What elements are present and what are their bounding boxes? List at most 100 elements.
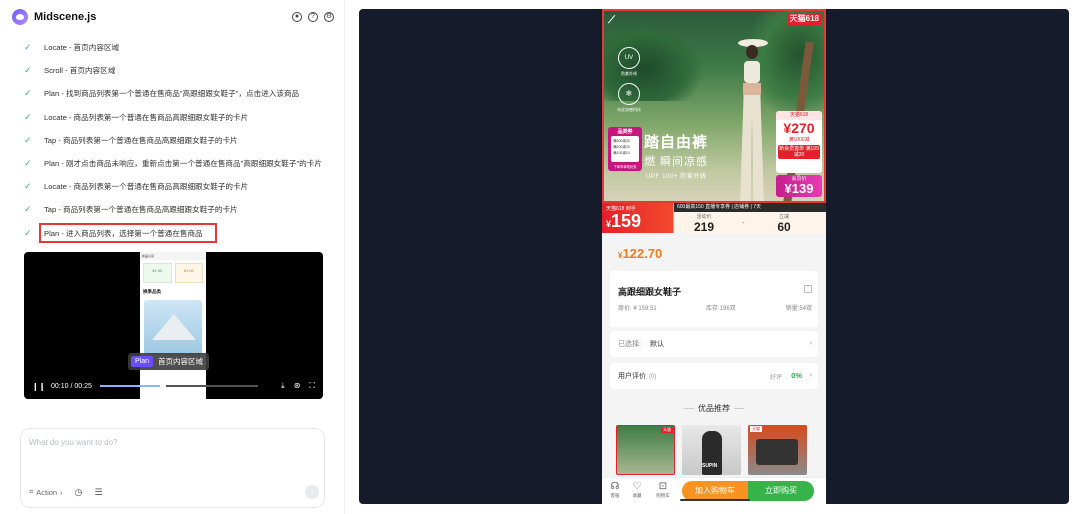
replay-caption: Plan 首页内容区域 — [128, 353, 210, 370]
palm-leaves — [604, 21, 704, 101]
review-count: (0) — [649, 374, 657, 380]
action-label: Action — [36, 487, 58, 497]
original-price: 原价: ¥ 159.51 — [618, 306, 657, 312]
config-sliders-icon[interactable]: ☰ — [94, 487, 102, 498]
coupon-list: 满300减30 满200减20 满100减10 — [611, 136, 639, 162]
action-type-selector[interactable]: ⌗ Action › — [29, 487, 63, 497]
spec-selector-row[interactable]: 已选择: 默认 › — [610, 331, 818, 357]
replay-player[interactable]: 新品认货 ¥1.00 ¥1.00 换季品类 Plan 首页内容区域 ❙❙ 00:… — [24, 252, 323, 399]
check-icon: ✓ — [24, 88, 32, 99]
customer-service-button[interactable]: ☊ 客服 — [604, 481, 626, 499]
model-head — [746, 45, 758, 59]
send-button[interactable]: ↑ — [305, 485, 319, 499]
frame-header: 新品认货 — [140, 252, 206, 260]
share-icon[interactable] — [804, 285, 812, 293]
help-icon[interactable]: ? — [308, 12, 318, 22]
prompt-box: ⌗ Action › ◷ ☰ ↑ — [20, 428, 325, 508]
sale-price: ¥122.70 — [618, 246, 662, 261]
price-card-sub: 满1000减 — [788, 137, 810, 143]
category-coupon: 品类券 满300减30 满200减20 满100减10 下单享单笔优惠 — [608, 127, 642, 171]
good-rate-label: 好评 — [769, 375, 782, 381]
headset-icon: ☊ — [610, 481, 620, 492]
check-icon: ✓ — [24, 227, 32, 238]
prompt-toolbar: ⌗ Action › ◷ ☰ ↑ — [29, 485, 319, 499]
frame-card: ¥1.00 — [174, 263, 203, 283]
fullscreen-icon[interactable]: ⛶ — [309, 381, 315, 391]
tab-label: 客服 — [610, 493, 620, 498]
tmall-618-badge: 天猫618 — [786, 13, 822, 25]
check-icon: ✓ — [24, 204, 32, 215]
home-indicator — [680, 499, 750, 501]
player-actions: ⤓ ⊛ ⛶ — [281, 381, 315, 391]
settings-gear-icon[interactable]: ⚙ — [324, 12, 334, 22]
good-rate-value: 0% — [791, 371, 802, 380]
midscene-logo-icon — [12, 9, 28, 25]
history-clock-icon[interactable]: ◷ — [75, 487, 83, 498]
banner-slogan-secondary: 燃 瞬间凉感 — [644, 156, 709, 168]
github-icon[interactable]: ● — [292, 12, 302, 22]
task-text: Tap - 商品列表第一个普通在售商品高跟细跟女鞋子的卡片 — [44, 205, 238, 215]
add-to-cart-button[interactable]: 加入购物车 — [682, 481, 748, 501]
hash-icon: ⌗ — [29, 487, 34, 496]
frame-product-image — [144, 300, 202, 355]
buy-now-button[interactable]: 立即购买 — [748, 481, 814, 501]
player-controls: ❙❙ 00:10 / 00:25 ⤓ ⊛ ⛶ — [24, 373, 323, 399]
selected-value: 默认 — [650, 341, 664, 348]
playback-time: 00:10 / 00:25 — [51, 382, 92, 390]
tmall-tag: 天猫 — [661, 427, 673, 433]
uv-caption: 防紫外线 — [621, 71, 637, 76]
task-item[interactable]: ✓ Plan - 刚才点击商品未响应，重新点击第一个普通在售商品"高跟细跟女鞋子"… — [24, 152, 324, 175]
progress-handle[interactable] — [160, 382, 167, 390]
promo-price: ¥159 — [606, 211, 641, 232]
stat-value: 219 — [693, 220, 715, 234]
settings-icon[interactable]: ⊛ — [294, 381, 301, 391]
recommend-item[interactable]: 天猫 — [616, 425, 675, 475]
task-item[interactable]: ✓ Locate - 商品列表第一个普通在售商品高跟细跟女鞋子的卡片 — [24, 175, 324, 198]
stock-count: 库存:196双 — [706, 306, 736, 312]
task-text: Locate - 商品列表第一个普通在售商品高跟细跟女鞋子的卡片 — [44, 182, 249, 192]
task-item[interactable]: ✓ Tap - 商品列表第一个普通在售商品高跟细跟女鞋子的卡片 — [24, 129, 324, 152]
app-title: Midscene.js — [34, 11, 97, 23]
chevron-right-icon: › — [809, 370, 812, 379]
frame-section-title: 换季品类 — [143, 289, 161, 294]
prompt-input[interactable] — [29, 438, 309, 447]
recommend-title: 优品推荐 — [602, 403, 826, 414]
pause-icon[interactable]: ❙❙ — [32, 382, 45, 391]
stat-label: 活动价 — [696, 214, 712, 220]
cart-button[interactable]: ⊡ 购物车 — [652, 481, 674, 499]
favorite-button[interactable]: ♡ 收藏 — [626, 481, 648, 499]
task-item[interactable]: ✓ Plan - 找到商品列表第一个普通在售商品"高跟细跟女鞋子"，点击进入该商品 — [24, 82, 324, 105]
member-price-value: ¥139 — [784, 181, 814, 196]
cooling-caption: 冰丝凉感科技 — [617, 107, 641, 112]
task-item[interactable]: ✓ Locate - 商品列表第一个普通在售商品高跟细跟女鞋子的卡片 — [24, 106, 324, 129]
chevron-right-icon: › — [809, 338, 812, 347]
download-icon[interactable]: ⤓ — [281, 381, 285, 391]
device-preview-panel: ⟋ 天猫618 UV 防紫外线 ❄ 冰丝凉感科技 品类券 满300减30 满20… — [359, 9, 1069, 504]
caption-tag: Plan — [131, 356, 154, 367]
recommend-item[interactable]: SUPIN — [682, 425, 741, 475]
task-text: Tap - 商品列表第一个普通在售商品高跟细跟女鞋子的卡片 — [44, 135, 238, 145]
check-icon: ✓ — [24, 42, 32, 53]
task-item[interactable]: ✓ Tap - 商品列表第一个普通在售商品高跟细跟女鞋子的卡片 — [24, 198, 324, 221]
brand-logo-icon: ⟋ — [608, 15, 615, 26]
task-item[interactable]: ✓ Locate - 首页内容区域 — [24, 36, 324, 59]
product-banner[interactable]: ⟋ 天猫618 UV 防紫外线 ❄ 冰丝凉感科技 品类券 满300减30 满20… — [602, 9, 826, 203]
model-top — [744, 61, 760, 83]
review-row[interactable]: 用户评价 (0) 好评 0% › — [610, 363, 818, 389]
selected-label: 已选择: — [618, 341, 641, 348]
task-item[interactable]: ✓ Scroll - 首页内容区域 — [24, 59, 324, 82]
recommend-item[interactable]: 天猫 — [748, 425, 807, 475]
progress-bar[interactable] — [99, 382, 258, 390]
tab-label: 购物车 — [656, 493, 670, 498]
sale-price-row: ¥122.70 — [602, 233, 826, 271]
check-icon: ✓ — [24, 158, 32, 169]
tab-label: 收藏 — [632, 493, 642, 498]
brand-text: SUPIN — [702, 463, 718, 469]
activity-price: 活动价 219 — [684, 213, 724, 234]
banner-slogan: 踏自由裤 — [644, 134, 709, 151]
minus-icon: - — [742, 218, 745, 227]
frame-cards: ¥1.00 ¥1.00 — [140, 260, 206, 286]
task-item-highlighted[interactable]: ✓ Plan - 进入商品列表，选择第一个普通在售商品 — [24, 222, 324, 245]
review-label-text: 用户评价 — [618, 373, 646, 380]
product-title: 高跟细跟女鞋子 — [618, 287, 682, 297]
